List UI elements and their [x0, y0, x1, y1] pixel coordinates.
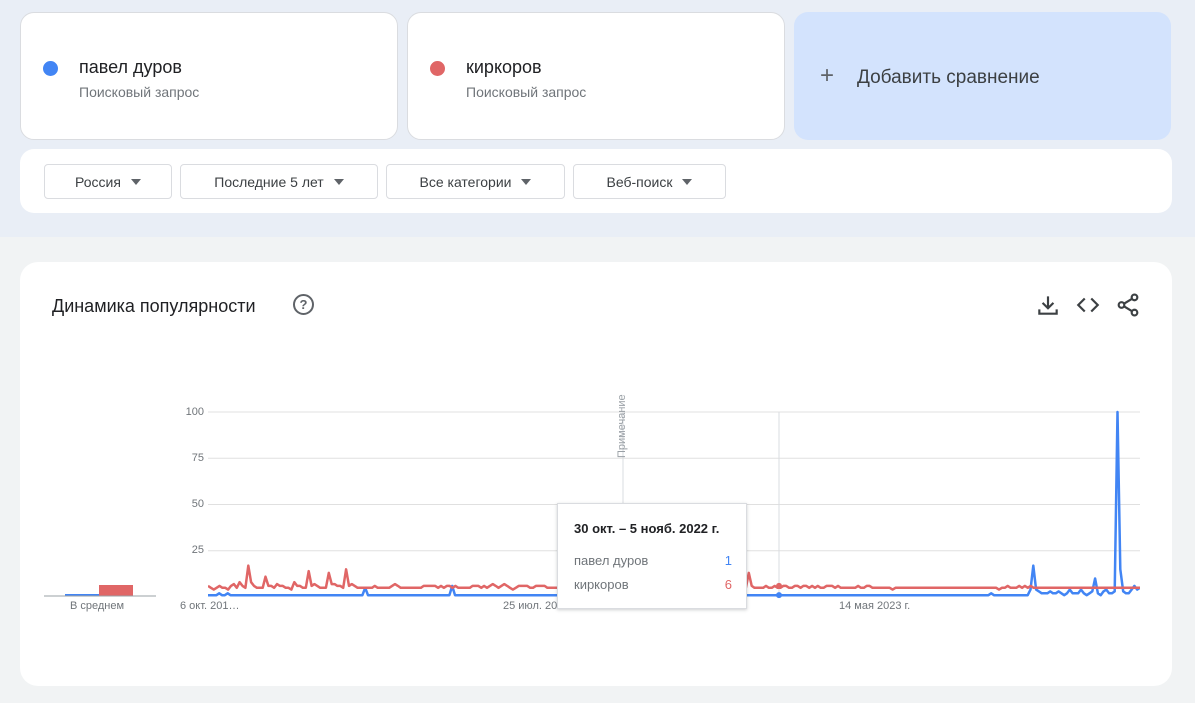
caret-down-icon [682, 178, 693, 185]
region-filter-dropdown[interactable]: Россия [44, 164, 172, 199]
term-type-label: Поисковый запрос [466, 84, 587, 100]
caret-down-icon [130, 178, 141, 185]
filter-label: Веб-поиск [606, 173, 673, 190]
hover-point-marker [776, 582, 782, 589]
category-filter-dropdown[interactable]: Все категории [386, 164, 565, 199]
average-bars [44, 585, 156, 597]
tooltip-term: киркоров [574, 577, 629, 592]
average-bar-kirkorov [99, 585, 133, 596]
y-tick-label: 75 [191, 452, 204, 464]
help-icon[interactable]: ? [293, 294, 314, 315]
y-tick-label: 50 [191, 498, 204, 510]
filter-label: Россия [75, 173, 121, 190]
x-tick-label: 6 окт. 201… [180, 600, 240, 612]
term-type-label: Поисковый запрос [79, 84, 200, 100]
y-tick-label: 25 [191, 544, 204, 556]
average-label: В среднем [70, 600, 125, 612]
share-icon[interactable] [1115, 292, 1141, 318]
interest-over-time-card: Динамика популярности ? В среднем 100 75… [20, 262, 1172, 686]
y-tick-label: 100 [185, 406, 204, 418]
tooltip-date: 30 окт. – 5 нояб. 2022 г. [574, 521, 720, 536]
tooltip-value: 6 [724, 577, 732, 592]
series-color-dot [430, 61, 445, 76]
term-name[interactable]: павел дуров [79, 57, 182, 78]
chart-note-label: Примечание [616, 394, 628, 458]
term-card-pavel-durov[interactable]: павел дуров Поисковый запрос [20, 12, 398, 140]
add-comparison-button[interactable]: + Добавить сравнение [794, 12, 1171, 140]
time-range-filter-dropdown[interactable]: Последние 5 лет [180, 164, 378, 199]
tooltip-term: павел дуров [574, 553, 649, 568]
chart-title: Динамика популярности [52, 296, 256, 316]
add-comparison-label: Добавить сравнение [857, 67, 1040, 88]
search-type-filter-dropdown[interactable]: Веб-поиск [573, 164, 726, 199]
plus-icon: + [820, 62, 835, 89]
tooltip-row: павел дуров 1 [574, 553, 732, 568]
caret-down-icon [521, 178, 532, 185]
tooltip-value: 1 [724, 553, 732, 568]
x-tick-label: 14 мая 2023 г. [839, 600, 911, 612]
tooltip-row: киркоров 6 [574, 577, 732, 592]
series-color-dot [43, 61, 58, 76]
filter-bar: Россия Последние 5 лет Все категории Веб… [20, 149, 1172, 213]
filter-label: Все категории [419, 173, 512, 190]
term-name[interactable]: киркоров [466, 57, 542, 78]
embed-code-icon[interactable] [1075, 292, 1101, 318]
download-icon[interactable] [1035, 292, 1061, 318]
hover-tooltip: 30 окт. – 5 нояб. 2022 г. павел дуров 1 … [557, 503, 747, 609]
hover-point-marker [776, 592, 782, 599]
term-card-kirkorov[interactable]: киркоров Поисковый запрос [407, 12, 785, 140]
filter-label: Последние 5 лет [214, 173, 324, 190]
caret-down-icon [333, 178, 344, 185]
